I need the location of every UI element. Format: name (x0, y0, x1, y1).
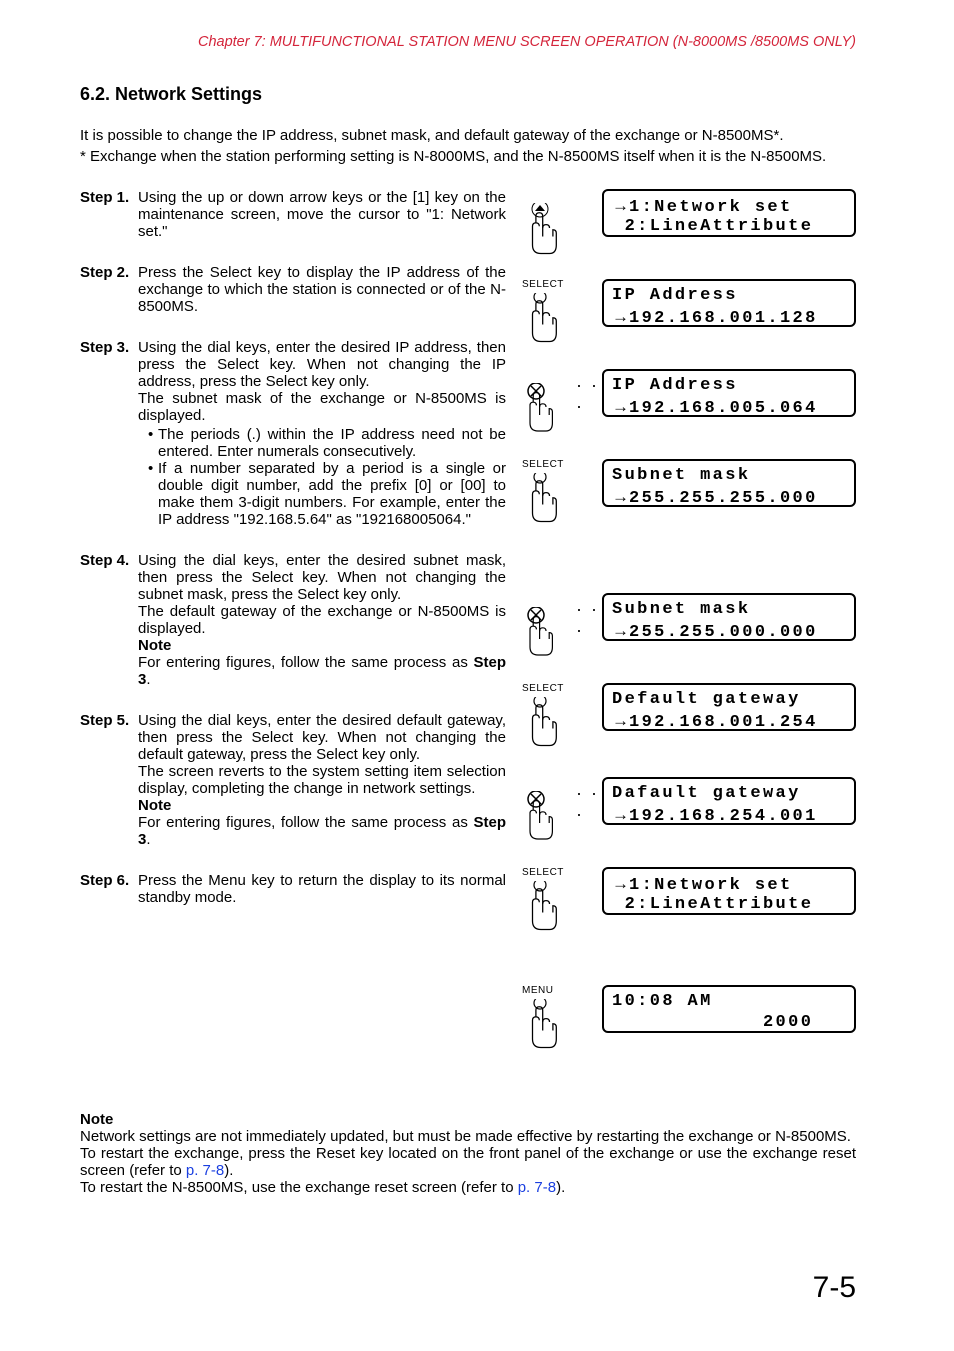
bottom-note-p1: Network settings are not immediately upd… (80, 1128, 856, 1145)
step-2: Step 2. Press the Select key to display … (80, 264, 506, 315)
bottom-note-p2: To restart the exchange, press the Reset… (80, 1145, 856, 1179)
step-5-p2: The screen reverts to the system setting… (138, 763, 506, 797)
step-5: Step 5. Using the dial keys, enter the d… (80, 712, 506, 848)
step-2-text: Press the Select key to display the IP a… (138, 264, 506, 315)
link-p7-8-a[interactable]: p. 7-8 (186, 1162, 224, 1179)
diagram-2-label: SELECT (522, 279, 602, 291)
updown-hand-icon (522, 203, 566, 255)
lcd-7: Dafault gateway→192.168.254.001 (602, 777, 856, 825)
step-4-note-label: Note (138, 637, 506, 654)
page-number: 7-5 (813, 1271, 856, 1305)
diagram-7: · · · Dafault gateway→192.168.254.001 (522, 777, 856, 847)
step-5-note-label: Note (138, 797, 506, 814)
step-4-label: Step 4. (80, 552, 138, 688)
ellipsis-icon: · · · (576, 375, 602, 417)
step-6: Step 6. Press the Menu key to return the… (80, 872, 506, 906)
diagram-6: SELECT Default gateway→192.168.001.254 (522, 683, 856, 753)
lcd-9: 10:08 AM 2000 (602, 985, 856, 1033)
step-3-p2: The subnet mask of the exchange or N-850… (138, 390, 506, 424)
lcd-1: →1:Network set 2:LineAttribute (602, 189, 856, 237)
step-1-text: Using the up or down arrow keys or the [… (138, 189, 506, 240)
step-3-bullet1: The periods (.) within the IP address ne… (148, 426, 506, 460)
diagram-1: →1:Network set 2:LineAttribute (522, 189, 856, 259)
step-3: Step 3. Using the dial keys, enter the d… (80, 339, 506, 528)
ellipsis-icon: · · · (576, 783, 602, 825)
lcd-5: Subnet mask→255.255.000.000 (602, 593, 856, 641)
dial-hand-icon (522, 791, 566, 843)
step-4-p2: The default gateway of the exchange or N… (138, 603, 506, 637)
intro-block: It is possible to change the IP address,… (80, 127, 856, 165)
step-5-note-text: For entering figures, follow the same pr… (138, 814, 506, 848)
ellipsis-icon: · · · (576, 599, 602, 641)
diagram-8: SELECT →1:Network set 2:LineAttribute (522, 867, 856, 937)
lcd-4: Subnet mask→255.255.255.000 (602, 459, 856, 507)
select-hand-icon (522, 881, 566, 933)
step-1-label: Step 1. (80, 189, 138, 240)
lcd-6: Default gateway→192.168.001.254 (602, 683, 856, 731)
select-hand-icon (522, 697, 566, 749)
dial-hand-icon (522, 607, 566, 659)
step-4-note-text: For entering figures, follow the same pr… (138, 654, 506, 688)
step-6-text: Press the Menu key to return the display… (138, 872, 506, 906)
section-title: 6.2. Network Settings (80, 84, 856, 105)
steps-column: Step 1. Using the up or down arrow keys … (80, 189, 506, 1075)
lcd-8: →1:Network set 2:LineAttribute (602, 867, 856, 915)
chapter-header: Chapter 7: MULTIFUNCTIONAL STATION MENU … (80, 34, 856, 50)
diagram-3: · · · IP Address→192.168.005.064 (522, 369, 856, 439)
step-1: Step 1. Using the up or down arrow keys … (80, 189, 506, 240)
bottom-note: Note Network settings are not immediatel… (80, 1111, 856, 1196)
diagram-4: SELECT Subnet mask→255.255.255.000 (522, 459, 856, 529)
select-hand-icon (522, 293, 566, 345)
diagram-8-label: SELECT (522, 867, 602, 879)
intro-p2: * Exchange when the station performing s… (80, 148, 856, 165)
diagram-9: MENU 10:08 AM 2000 (522, 985, 856, 1055)
bottom-note-label: Note (80, 1111, 856, 1128)
lcd-3: IP Address→192.168.005.064 (602, 369, 856, 417)
diagram-1-label (522, 189, 602, 201)
dial-hand-icon (522, 383, 566, 435)
diagram-9-label: MENU (522, 985, 602, 997)
step-4-p1: Using the dial keys, enter the desired s… (138, 552, 506, 603)
diagram-6-label: SELECT (522, 683, 602, 695)
link-p7-8-b[interactable]: p. 7-8 (518, 1179, 556, 1196)
diagram-5: · · · Subnet mask→255.255.000.000 (522, 593, 856, 663)
bottom-note-p3: To restart the N-8500MS, use the exchang… (80, 1179, 856, 1196)
select-hand-icon (522, 473, 566, 525)
diagram-2: SELECT IP Address→192.168.001.128 (522, 279, 856, 349)
step-3-p1: Using the dial keys, enter the desired I… (138, 339, 506, 390)
intro-p1: It is possible to change the IP address,… (80, 127, 856, 144)
step-3-label: Step 3. (80, 339, 138, 528)
step-3-bullet2: If a number separated by a period is a s… (148, 460, 506, 528)
diagram-column: →1:Network set 2:LineAttribute SELECT IP… (522, 189, 856, 1075)
step-6-label: Step 6. (80, 872, 138, 906)
step-2-label: Step 2. (80, 264, 138, 315)
diagram-4-label: SELECT (522, 459, 602, 471)
step-5-p1: Using the dial keys, enter the desired d… (138, 712, 506, 763)
step-4: Step 4. Using the dial keys, enter the d… (80, 552, 506, 688)
lcd-2: IP Address→192.168.001.128 (602, 279, 856, 327)
menu-hand-icon (522, 999, 566, 1051)
step-5-label: Step 5. (80, 712, 138, 848)
